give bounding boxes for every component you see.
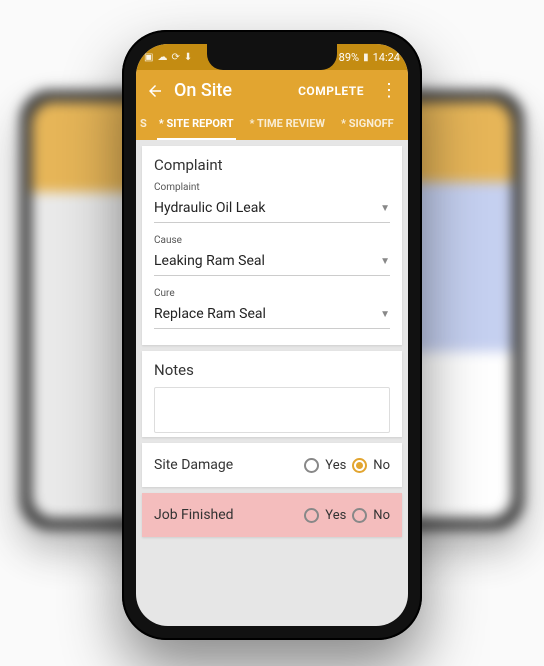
cause-select[interactable]: Leaking Ram Seal ▼ <box>154 249 390 276</box>
cure-field: Cure Replace Ram Seal ▼ <box>154 288 390 329</box>
phone-frame: ▣ ☁ ⟳ ⬇ ᚼ 🔇 ᯤ ▮▮ 89% ▮ 14:24 On Site <box>122 30 422 640</box>
site-damage-no-radio[interactable] <box>352 458 367 473</box>
tab-site-report[interactable]: * SITE REPORT <box>151 109 242 140</box>
download-icon: ⬇ <box>184 52 192 63</box>
tab-time-review[interactable]: * TIME REVIEW <box>242 109 333 140</box>
tabs: S * SITE REPORT * TIME REVIEW * SIGNOFF <box>136 109 408 140</box>
cure-select[interactable]: Replace Ram Seal ▼ <box>154 302 390 329</box>
notes-card: Notes <box>142 351 402 437</box>
cause-value: Leaking Ram Seal <box>154 253 265 269</box>
chevron-down-icon: ▼ <box>380 309 390 320</box>
job-finished-yes-label: Yes <box>325 508 346 523</box>
notes-input[interactable] <box>154 387 390 433</box>
tab-prev-fragment[interactable]: S <box>140 109 151 140</box>
phone-notch <box>207 44 337 70</box>
complaint-section-title: Complaint <box>154 156 390 174</box>
battery-text: 89% <box>339 51 359 64</box>
cloud-icon: ☁ <box>157 52 167 63</box>
clock-text: 14:24 <box>373 51 400 64</box>
content-area: Complaint Complaint Hydraulic Oil Leak ▼… <box>136 146 408 537</box>
job-finished-row: Job Finished Yes No <box>142 493 402 537</box>
sync-icon: ⟳ <box>171 52 179 63</box>
cause-label: Cause <box>154 235 390 246</box>
site-damage-row: Site Damage Yes No <box>142 443 402 487</box>
complaint-select[interactable]: Hydraulic Oil Leak ▼ <box>154 196 390 223</box>
job-finished-yes-radio[interactable] <box>304 508 319 523</box>
app-header: On Site COMPLETE ⋮ S * SITE REPORT * TIM… <box>136 70 408 140</box>
complaint-field: Complaint Hydraulic Oil Leak ▼ <box>154 182 390 223</box>
site-damage-yes-label: Yes <box>325 458 346 473</box>
site-damage-no-label: No <box>373 458 390 473</box>
complaint-label: Complaint <box>154 182 390 193</box>
job-finished-no-radio[interactable] <box>352 508 367 523</box>
site-damage-label: Site Damage <box>154 457 233 473</box>
cure-value: Replace Ram Seal <box>154 306 266 322</box>
screenshot-icon: ▣ <box>144 52 153 63</box>
page-title: On Site <box>174 80 288 101</box>
complaint-card: Complaint Complaint Hydraulic Oil Leak ▼… <box>142 146 402 345</box>
more-icon[interactable]: ⋮ <box>374 82 398 100</box>
job-finished-label: Job Finished <box>154 507 234 523</box>
back-icon[interactable] <box>146 82 164 100</box>
site-damage-yes-radio[interactable] <box>304 458 319 473</box>
complaint-value: Hydraulic Oil Leak <box>154 200 265 216</box>
phone-screen: ▣ ☁ ⟳ ⬇ ᚼ 🔇 ᯤ ▮▮ 89% ▮ 14:24 On Site <box>136 44 408 626</box>
notes-title: Notes <box>154 361 390 379</box>
chevron-down-icon: ▼ <box>380 256 390 267</box>
battery-icon: ▮ <box>363 52 369 63</box>
complete-button[interactable]: COMPLETE <box>298 84 364 98</box>
job-finished-no-label: No <box>373 508 390 523</box>
tab-signoff[interactable]: * SIGNOFF <box>333 109 402 140</box>
cure-label: Cure <box>154 288 390 299</box>
cause-field: Cause Leaking Ram Seal ▼ <box>154 235 390 276</box>
chevron-down-icon: ▼ <box>380 203 390 214</box>
